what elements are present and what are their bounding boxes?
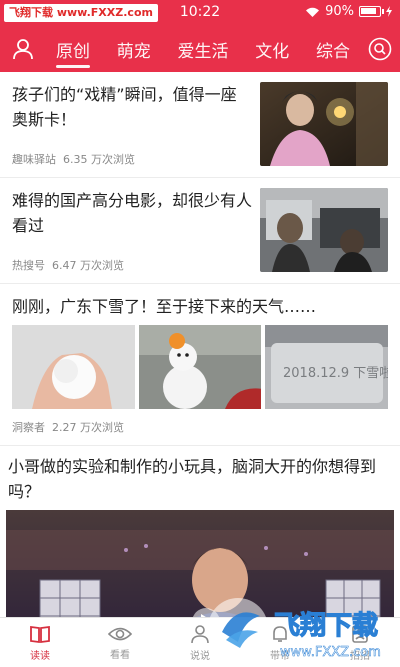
feed-item[interactable]: 孩子们的“戏精”瞬间，值得一座奥斯卡！ 趣味驿站 6.35 万次浏览 <box>0 72 400 178</box>
bottom-tab-label: 招招 <box>350 650 370 662</box>
feed-item[interactable]: 刚刚，广东下雪了！至于接下来的天气…… 2018.12.9 下雪啦 洞察者 2.… <box>0 284 400 446</box>
bottom-tab-profile[interactable]: 招招 <box>320 618 400 667</box>
feed-item-title: 孩子们的“戏精”瞬间，值得一座奥斯卡！ <box>12 85 237 129</box>
bottom-tab-read[interactable]: 读读 <box>0 618 80 667</box>
battery-percent: 90% <box>325 4 354 19</box>
feed-item-title: 难得的国产高分电影，却很少有人看过 <box>12 191 253 235</box>
snow-writing: 2018.12.9 下雪啦 <box>283 366 388 381</box>
battery-icon <box>359 6 384 17</box>
profile-icon <box>352 624 368 643</box>
feed-item-meta: 洞察者 2.27 万次浏览 <box>12 419 124 435</box>
charging-icon <box>386 6 392 17</box>
search-icon <box>368 37 392 61</box>
bottom-tab-talk[interactable]: 说说 <box>160 618 240 667</box>
user-icon <box>13 39 33 60</box>
user-button[interactable] <box>0 26 46 72</box>
feed-item-meta: 热搜号 6.47 万次浏览 <box>12 257 124 273</box>
news-feed: 孩子们的“戏精”瞬间，值得一座奥斯卡！ 趣味驿站 6.35 万次浏览 难得的国产… <box>0 72 400 617</box>
bottom-tab-label: 带带 <box>270 650 290 662</box>
feed-thumbnail <box>260 82 388 166</box>
feed-item[interactable]: 小哥做的实验和制作的小玩具，脑洞大开的你想得到吗？ <box>0 446 400 617</box>
status-bar: 飞翔下载 www.FXXZ.com 10:22 90% <box>0 0 400 26</box>
feed-item-title: 刚刚，广东下雪了！至于接下来的天气…… <box>12 297 317 316</box>
feed-item-views: 2.27 万次浏览 <box>52 421 124 434</box>
feed-item-views: 6.47 万次浏览 <box>52 259 124 272</box>
category-tabs: 原创 萌宠 爱生活 文化 综合 <box>46 29 360 70</box>
feed-item-source: 洞察者 <box>12 421 45 434</box>
feed-item-title: 小哥做的实验和制作的小玩具，脑洞大开的你想得到吗？ <box>8 457 377 501</box>
nav-bar: 原创 萌宠 爱生活 文化 综合 <box>0 26 400 72</box>
book-icon <box>30 625 50 643</box>
bottom-tab-notify[interactable]: 带带 <box>240 618 320 667</box>
tab-original[interactable]: 原创 <box>52 29 94 70</box>
feed-image-row: 2018.12.9 下雪啦 <box>12 325 389 409</box>
bottom-tab-label: 说说 <box>190 650 210 662</box>
feed-thumbnail <box>12 325 135 409</box>
wifi-icon <box>306 7 320 17</box>
feed-item-text: 孩子们的“戏精”瞬间，值得一座奥斯卡！ 趣味驿站 6.35 万次浏览 <box>12 82 260 177</box>
feed-thumbnail: 2018.12.9 下雪啦 <box>265 325 389 409</box>
bell-icon <box>273 625 287 642</box>
feed-item-text: 难得的国产高分电影，却很少有人看过 热搜号 6.47 万次浏览 <box>12 188 260 283</box>
tab-life[interactable]: 爱生活 <box>174 29 233 70</box>
tab-culture[interactable]: 文化 <box>251 29 293 70</box>
feed-cover-image <box>6 510 394 617</box>
search-button[interactable] <box>360 26 400 72</box>
feed-item-meta: 趣味驿站 6.35 万次浏览 <box>12 151 135 167</box>
person-icon <box>191 624 209 643</box>
bottom-tab-watch[interactable]: 看看 <box>80 618 160 667</box>
feed-item[interactable]: 难得的国产高分电影，却很少有人看过 热搜号 6.47 万次浏览 <box>0 178 400 284</box>
feed-item-source: 趣味驿站 <box>12 153 56 166</box>
status-right: 90% <box>305 4 392 19</box>
feed-thumbnail <box>138 325 262 409</box>
bottom-tab-bar: 读读 看看 说说 带带 招招 <box>0 617 400 667</box>
tab-pets[interactable]: 萌宠 <box>113 29 155 70</box>
feed-thumbnail <box>260 188 388 272</box>
bottom-tab-label: 读读 <box>30 650 50 662</box>
feed-item-views: 6.35 万次浏览 <box>63 153 135 166</box>
bottom-tab-label: 看看 <box>110 649 130 661</box>
top-bar: 飞翔下载 www.FXXZ.com 10:22 90% 原创 萌宠 爱生活 文化… <box>0 0 400 72</box>
eye-icon <box>108 627 132 640</box>
feed-item-source: 热搜号 <box>12 259 45 272</box>
tab-general[interactable]: 综合 <box>312 29 354 70</box>
